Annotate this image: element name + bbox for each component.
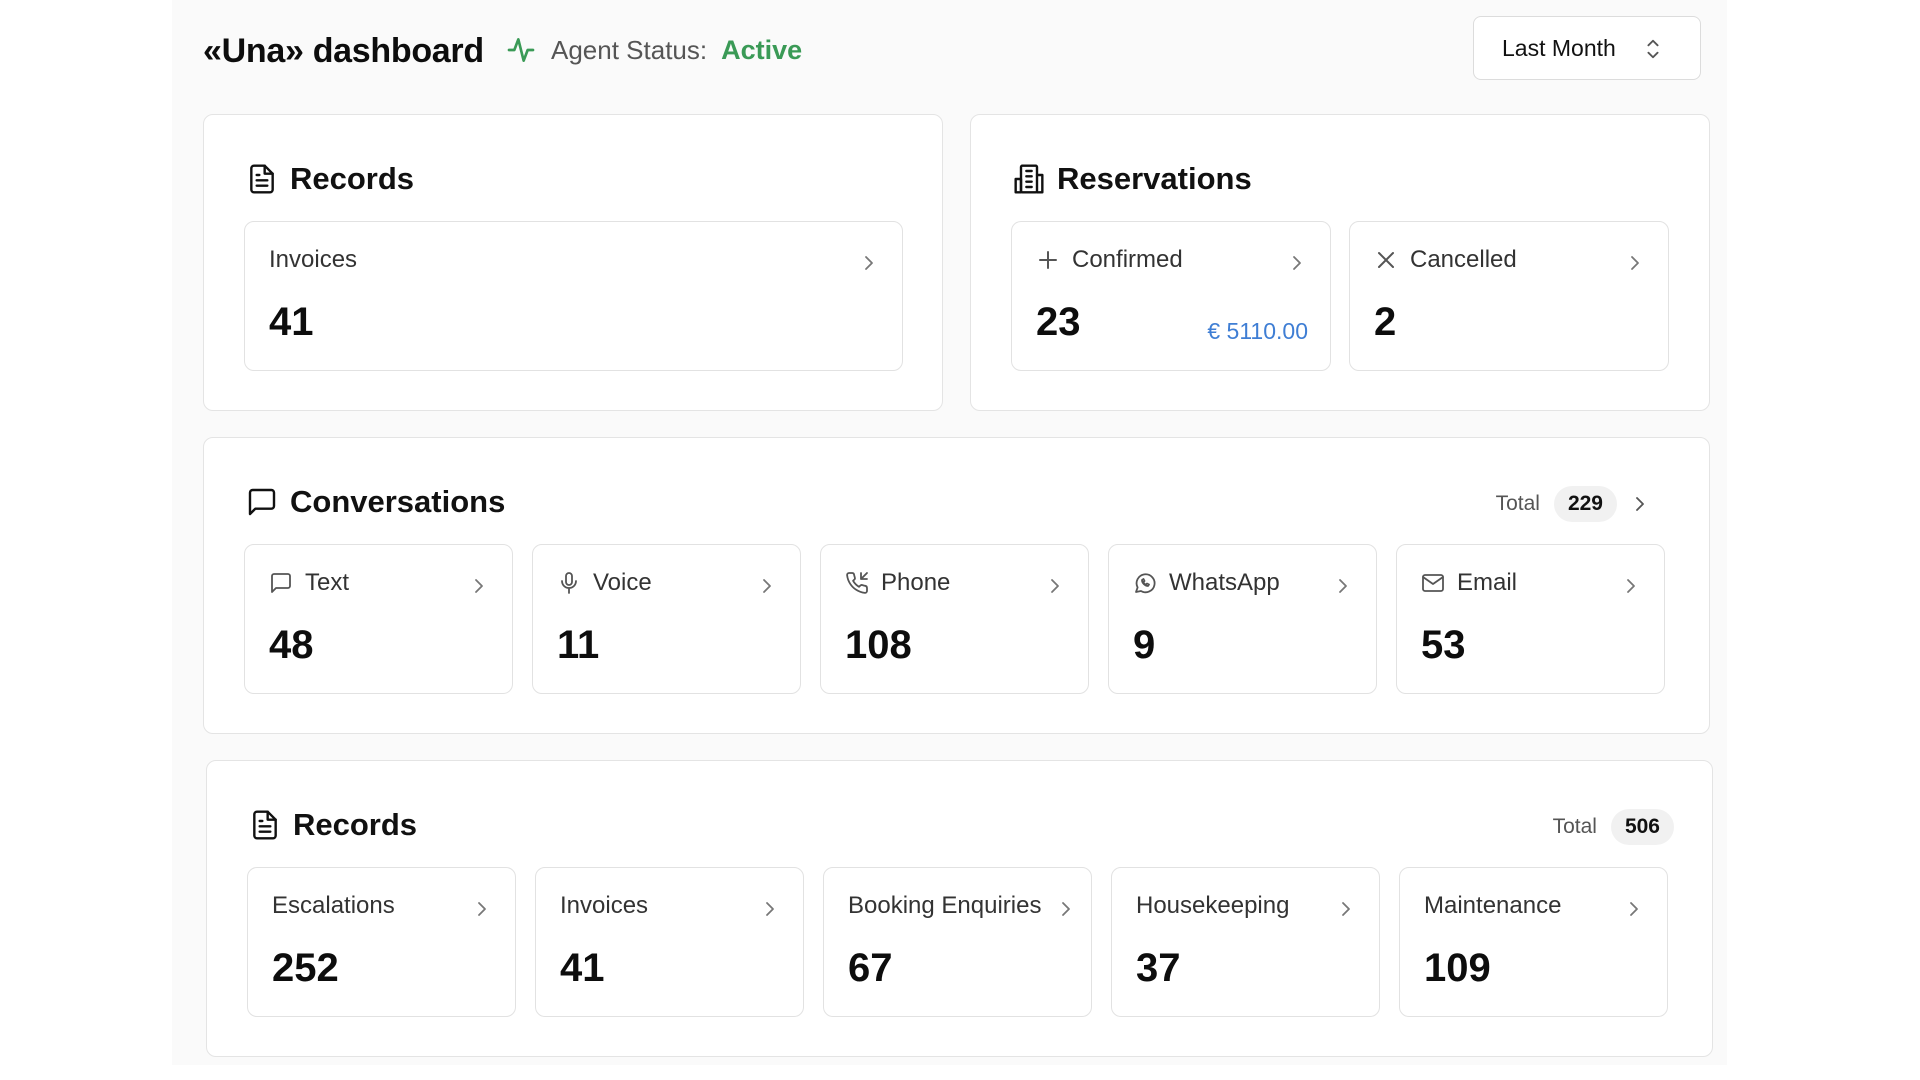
housekeeping-card[interactable]: Housekeeping 37 [1111,867,1380,1017]
confirmed-card[interactable]: Confirmed 23 € 5110.00 [1011,221,1331,371]
card-value: 53 [1421,623,1466,667]
total-count-badge: 229 [1553,486,1617,522]
card-value: 41 [560,946,605,990]
card-label: WhatsApp [1133,569,1280,597]
building-icon [1014,164,1044,194]
chevron-right-icon [1631,256,1639,270]
message-square-icon [271,573,291,593]
records-summary-section: Records Invoices 41 [203,114,943,411]
file-text-icon [250,164,274,194]
card-label: Housekeeping [1136,892,1290,919]
card-label: Voice [557,569,652,597]
card-label: Cancelled [1374,246,1517,274]
records-detail-title: Records [249,807,417,843]
revenue-amount: € 5110.00 [1207,318,1308,344]
card-value: 109 [1424,946,1491,990]
chevron-right-icon [1627,579,1635,593]
invoices-record-card[interactable]: Invoices 41 [535,867,804,1017]
cancelled-label: Cancelled [1410,246,1517,273]
cancelled-card[interactable]: Cancelled 2 [1349,221,1669,371]
microphone-icon [561,572,577,594]
status-badge: Active [721,34,803,65]
card-label: Email [1421,569,1517,597]
records-summary-title: Records [246,161,414,197]
email-label: Email [1457,569,1518,596]
chevron-right-icon [475,579,483,593]
chevron-right-icon [763,579,771,593]
card-value: 67 [848,946,893,990]
status-label: Agent Status: [551,34,708,65]
card-value: 11 [557,623,600,667]
card-label: Phone [845,569,950,597]
chevron-right-icon [1293,256,1301,270]
period-select[interactable]: Last Month [1473,16,1701,80]
card-label: Invoices [560,892,649,919]
text-conversations-card[interactable]: Text 48 [244,544,513,694]
chevron-right-icon [1342,902,1350,916]
card-value: 41 [269,300,314,344]
close-icon [1378,252,1394,268]
chevron-right-icon [1051,579,1059,593]
chevron-right-icon [766,902,774,916]
activity-icon [507,38,535,62]
whatsapp-icon [1135,573,1156,594]
chevron-right-icon [1062,902,1070,916]
phone-label: Phone [881,569,951,596]
phone-conversations-card[interactable]: Phone 108 [820,544,1089,694]
chevron-right-icon [478,902,486,916]
section-heading: Conversations [290,484,506,519]
whatsapp-label: WhatsApp [1169,569,1280,596]
reservations-title: Reservations [1013,161,1252,197]
agent-status: Agent Status: Active [505,34,802,66]
total-label: Total [1552,815,1597,838]
records-detail-section: Records Total 506 Escalations 252 Invoic… [206,760,1713,1057]
chevron-right-icon [1339,579,1347,593]
card-value: 2 [1374,300,1397,344]
card-value: 108 [845,623,912,667]
card-value: 37 [1136,946,1181,990]
email-conversations-card[interactable]: Email 53 [1396,544,1665,694]
card-value: 48 [269,623,314,667]
card-value: 252 [272,946,339,990]
section-heading: Reservations [1057,161,1252,196]
file-text-icon [253,810,277,840]
card-label: Maintenance [1424,892,1562,919]
reservations-section: Reservations Confirmed 23 € 5110.00 Canc… [970,114,1710,411]
card-value: 9 [1133,623,1156,667]
card-label: Confirmed [1036,246,1183,274]
escalations-card[interactable]: Escalations 252 [247,867,516,1017]
card-value: 23 [1036,300,1081,344]
page-title: «Una» dashboard [203,32,484,70]
message-square-icon [248,488,276,516]
mail-icon [1422,574,1444,592]
text-label: Text [305,569,350,596]
booking-enquiries-card[interactable]: Booking Enquiries 67 [823,867,1092,1017]
chevron-right-icon [1630,902,1638,916]
total-count-badge: 506 [1610,809,1674,845]
invoices-card[interactable]: Invoices 41 [244,221,903,371]
conversations-section: Conversations Total 229 Text 48 Voice 11… [203,437,1710,734]
records-total: Total 506 [1553,809,1674,845]
whatsapp-conversations-card[interactable]: WhatsApp 9 [1108,544,1377,694]
section-heading: Records [290,161,415,196]
conversations-title: Conversations [246,484,505,520]
voice-label: Voice [593,569,652,596]
phone-incoming-icon [846,572,868,594]
maintenance-card[interactable]: Maintenance 109 [1399,867,1668,1017]
period-select-value: Last Month [1502,34,1616,61]
card-label: Invoices [269,246,358,273]
voice-conversations-card[interactable]: Voice 11 [532,544,801,694]
total-label: Total [1495,492,1540,515]
chevron-right-icon [865,256,873,270]
confirmed-label: Confirmed [1072,246,1183,273]
dashboard-header: «Una» dashboard Agent Status: Active Las… [203,16,1705,80]
chevron-right-icon [1636,497,1644,511]
card-label: Booking Enquiries [848,892,1042,919]
chevrons-up-down-icon [1647,39,1659,59]
section-heading: Records [293,807,418,842]
conversations-total[interactable]: Total 229 [1496,486,1649,522]
plus-icon [1039,251,1057,269]
card-label: Escalations [272,892,395,919]
card-label: Text [269,569,349,597]
